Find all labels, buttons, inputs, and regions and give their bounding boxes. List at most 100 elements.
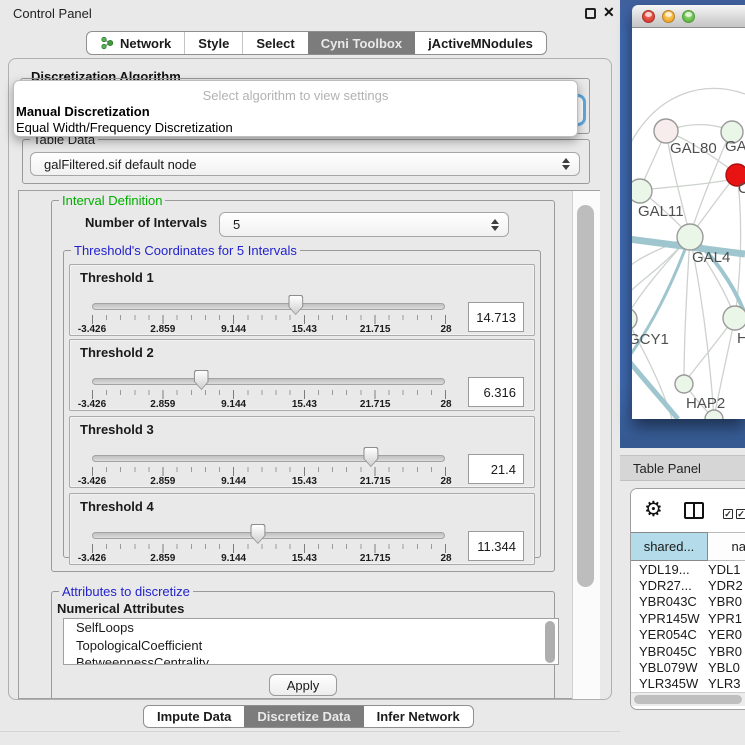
interval-definition-group-label: Interval Definition: [59, 193, 165, 208]
checkbox-icon[interactable]: ✓: [723, 509, 733, 519]
tab-impute-data[interactable]: Impute Data: [144, 706, 244, 727]
threshold-1-slider-thumb[interactable]: [288, 295, 303, 315]
table-body: YDL19...YDL1 YDR27...YDR2 YBR043CYBR0 YP…: [631, 561, 745, 692]
gear-icon[interactable]: ⚙: [644, 499, 663, 520]
network-window-titlebar[interactable]: [632, 5, 745, 28]
float-window-icon[interactable]: [585, 8, 596, 19]
table-horizontal-scrollbar[interactable]: [631, 692, 745, 706]
algorithm-placeholder-option: Select algorithm to view settings: [14, 88, 577, 103]
table-panel-title: Table Panel: [633, 461, 701, 476]
table-row[interactable]: YBR045CYBR0: [631, 643, 745, 659]
algorithm-dropdown-popup: Select algorithm to view settings Manual…: [13, 80, 578, 137]
table-data-selected: galFiltered.sif default node: [44, 157, 196, 172]
threshold-3-value-field[interactable]: 21.4: [468, 454, 524, 484]
threshold-2-panel: Threshold 2 -3.4262.8599.14415.4321.7152…: [69, 339, 535, 411]
threshold-4-value-field[interactable]: 11.344: [468, 531, 524, 561]
settings-scroll-viewport: Interval Definition Number of Intervals …: [18, 190, 600, 699]
node-label: GAL4: [692, 249, 730, 266]
threshold-3-panel: Threshold 3 -3.4262.8599.14415.4321.7152…: [69, 416, 535, 488]
table-row[interactable]: YER054CYER0: [631, 627, 745, 643]
list-scrollbar[interactable]: [545, 621, 555, 663]
node-gal4: [677, 224, 703, 250]
threshold-1-slider-track[interactable]: [92, 303, 445, 310]
threshold-2-slider-thumb[interactable]: [194, 370, 209, 390]
table-horizontal-scrollbar-thumb[interactable]: [634, 695, 742, 704]
table-row[interactable]: YDR27...YDR2: [631, 577, 745, 593]
number-of-intervals-label: Number of Intervals: [85, 215, 207, 230]
threshold-2-label: Threshold 2: [80, 345, 154, 360]
tab-select[interactable]: Select: [242, 32, 307, 54]
page-title: Control Panel: [13, 6, 92, 21]
threshold-1-panel: Threshold 1 -3.4262.8599.14415.4321.7152…: [69, 264, 535, 336]
node-label: GA: [725, 138, 745, 155]
numerical-attributes-list[interactable]: SelfLoops TopologicalCoefficient Between…: [63, 618, 559, 665]
tab-cyni-toolbox[interactable]: Cyni Toolbox: [308, 32, 415, 54]
threshold-3-slider-thumb[interactable]: [363, 447, 378, 467]
number-of-intervals-combobox[interactable]: 5: [219, 212, 509, 237]
slider-tick-labels: -3.4262.8599.14415.4321.71528: [92, 553, 446, 565]
tab-network[interactable]: Network: [87, 32, 184, 54]
threshold-4-panel: Threshold 4 -3.4262.8599.14415.4321.7152…: [69, 493, 535, 565]
numerical-attributes-label: Numerical Attributes: [57, 601, 184, 616]
tab-jactivemnodules[interactable]: jActiveMNodules: [415, 32, 546, 54]
column-header-name[interactable]: na: [708, 532, 745, 561]
network-canvas[interactable]: GAL80 GA C GAL11 GAL4 GCY1 H HAP2: [632, 28, 745, 419]
table-data-combobox[interactable]: galFiltered.sif default node: [30, 152, 580, 176]
viewport-scrollbar-thumb[interactable]: [577, 205, 594, 587]
minimize-traffic-light-icon[interactable]: [662, 10, 675, 23]
apply-button[interactable]: Apply: [269, 674, 337, 696]
close-traffic-light-icon[interactable]: [642, 10, 655, 23]
table-row[interactable]: YLR345WYLR3: [631, 676, 745, 692]
threshold-4-slider-track[interactable]: [92, 532, 445, 539]
table-panel: ⚙ ✓ ✓ shared... na YDL19...YDL1 YDR27...…: [630, 488, 745, 710]
control-panel-tabstrip: Network Style Select Cyni Toolbox jActiv…: [86, 31, 547, 55]
attributes-group-label: Attributes to discretize: [59, 584, 193, 599]
cyni-bottom-tabstrip: Impute Data Discretize Data Infer Networ…: [143, 705, 474, 728]
threshold-2-slider-track[interactable]: [92, 378, 445, 385]
node-label: H: [737, 330, 745, 347]
node-label: C: [738, 180, 745, 197]
node-label: GAL80: [670, 140, 717, 157]
zoom-traffic-light-icon[interactable]: [682, 10, 695, 23]
node-gal11: [632, 179, 652, 203]
threshold-4-slider-thumb[interactable]: [250, 524, 265, 544]
threshold-4-label: Threshold 4: [80, 499, 154, 514]
tab-network-label: Network: [120, 36, 171, 51]
algorithm-option-manual[interactable]: Manual Discretization: [16, 104, 150, 119]
slider-tick-labels: -3.4262.8599.14415.4321.71528: [92, 399, 446, 411]
network-graph: GAL80 GA C GAL11 GAL4 GCY1 H HAP2: [632, 28, 745, 419]
table-toolbar: ⚙ ✓ ✓: [631, 489, 745, 532]
threshold-1-label: Threshold 1: [80, 270, 154, 285]
list-item[interactable]: TopologicalCoefficient: [64, 637, 558, 655]
column-header-shared-name[interactable]: shared...: [631, 532, 708, 561]
table-row[interactable]: YBL079WYBL0: [631, 659, 745, 675]
node-hap2: [675, 375, 693, 393]
network-window: GAL80 GA C GAL11 GAL4 GCY1 H HAP2: [632, 5, 745, 419]
column-layout-icon[interactable]: [684, 502, 704, 519]
network-icon: [100, 36, 114, 50]
table-row[interactable]: YDL19...YDL1: [631, 561, 745, 577]
table-panel-header: Table Panel: [620, 455, 745, 481]
divider: [0, 731, 620, 732]
threshold-2-value-field[interactable]: 6.316: [468, 377, 524, 407]
slider-tick-labels: -3.4262.8599.14415.4321.71528: [92, 324, 446, 336]
threshold-3-label: Threshold 3: [80, 422, 154, 437]
tab-infer-network[interactable]: Infer Network: [364, 706, 473, 727]
slider-tick-labels: -3.4262.8599.14415.4321.71528: [92, 476, 446, 488]
tab-style[interactable]: Style: [184, 32, 242, 54]
tab-discretize-data[interactable]: Discretize Data: [244, 706, 363, 727]
list-item[interactable]: SelfLoops: [64, 619, 558, 637]
table-row[interactable]: YPR145WYPR1: [631, 610, 745, 626]
algorithm-option-equal-width[interactable]: Equal Width/Frequency Discretization: [16, 120, 233, 135]
checkbox-icon[interactable]: ✓: [736, 509, 745, 519]
combo-stepper-icon: [562, 158, 570, 170]
node-label: GCY1: [632, 331, 669, 348]
threshold-1-value-field[interactable]: 14.713: [468, 302, 524, 332]
table-row[interactable]: YBR043CYBR0: [631, 594, 745, 610]
combo-stepper-icon: [491, 219, 499, 231]
threshold-3-slider-track[interactable]: [92, 455, 445, 462]
control-panel-titlebar: Control Panel ✕: [0, 0, 620, 26]
list-item[interactable]: BetweennessCentrality: [64, 654, 558, 665]
table-header-row: shared... na: [631, 532, 745, 561]
close-icon[interactable]: ✕: [603, 4, 615, 21]
